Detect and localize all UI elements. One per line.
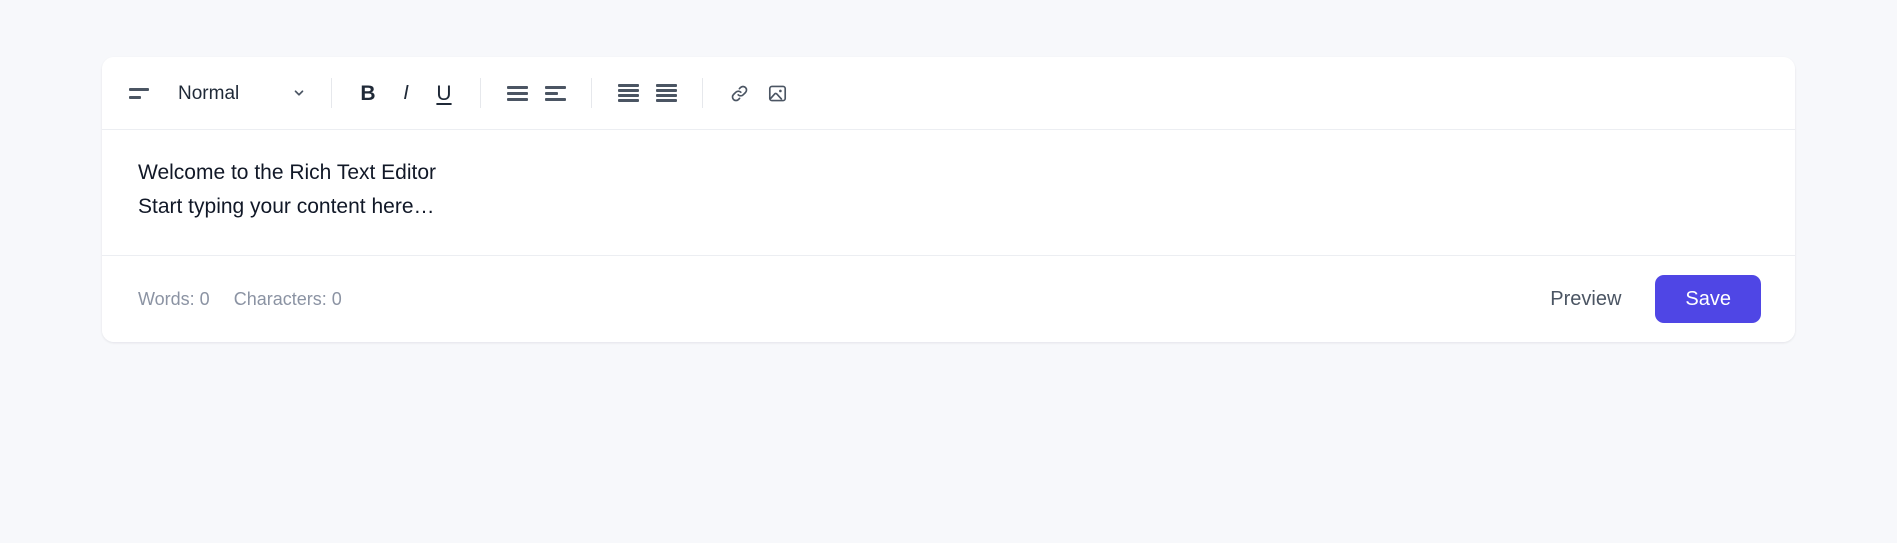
toolbar-group-lists (498, 74, 574, 112)
chevron-down-icon (292, 86, 306, 100)
toolbar-group-insert (720, 74, 796, 112)
style-select-value: Normal (178, 82, 240, 104)
toolbar-separator-2 (480, 78, 481, 108)
app-root: Normal B I U Welcome to the Rich Text Ed… (0, 0, 1897, 543)
editor-heading-line: Welcome to the Rich Text Editor (138, 161, 437, 184)
align-justify-button[interactable] (609, 74, 647, 112)
align-left-list-icon (544, 85, 566, 101)
editor-counters: Words: 0 Characters: 0 (138, 289, 342, 310)
editor-placeholder-line: Start typing your content here… (138, 195, 435, 218)
character-count: Characters: 0 (233, 288, 342, 309)
underline-icon: U (436, 81, 452, 105)
align-justify-alt-button[interactable] (647, 74, 685, 112)
bold-button[interactable]: B (349, 74, 387, 112)
toolbar-group-format: B I U (349, 74, 463, 112)
toolbar-separator-1 (331, 78, 332, 108)
link-icon (729, 83, 750, 104)
editor-content-area[interactable]: Welcome to the Rich Text Editor Start ty… (102, 130, 1795, 256)
editor-toolbar: Normal B I U (102, 57, 1795, 130)
toolbar-group-style: Normal (120, 74, 314, 112)
style-select[interactable]: Normal (164, 74, 314, 112)
editor-actions: Preview Save (1544, 275, 1761, 323)
paragraph-lines-icon (129, 87, 149, 99)
ordered-list-button[interactable] (536, 74, 574, 112)
editor-footer: Words: 0 Characters: 0 Preview Save (102, 256, 1795, 342)
italic-icon: I (403, 82, 409, 104)
preview-button[interactable]: Preview (1544, 280, 1627, 319)
bullet-list-button[interactable] (498, 74, 536, 112)
insert-link-button[interactable] (720, 74, 758, 112)
paragraph-style-button[interactable] (120, 74, 158, 112)
save-button[interactable]: Save (1655, 275, 1761, 323)
insert-image-button[interactable] (758, 74, 796, 112)
bullet-list-icon (506, 85, 528, 101)
word-count: Words: 0 (138, 288, 210, 309)
bold-icon: B (360, 81, 376, 105)
image-icon (767, 83, 788, 104)
italic-button[interactable]: I (387, 74, 425, 112)
align-justify-icon (617, 84, 639, 102)
underline-button[interactable]: U (425, 74, 463, 112)
toolbar-separator-3 (591, 78, 592, 108)
rich-text-editor-card: Normal B I U Welcome to the Rich Text Ed… (102, 57, 1795, 342)
toolbar-separator-4 (702, 78, 703, 108)
toolbar-group-align (609, 74, 685, 112)
align-justify-alt-icon (655, 84, 677, 102)
